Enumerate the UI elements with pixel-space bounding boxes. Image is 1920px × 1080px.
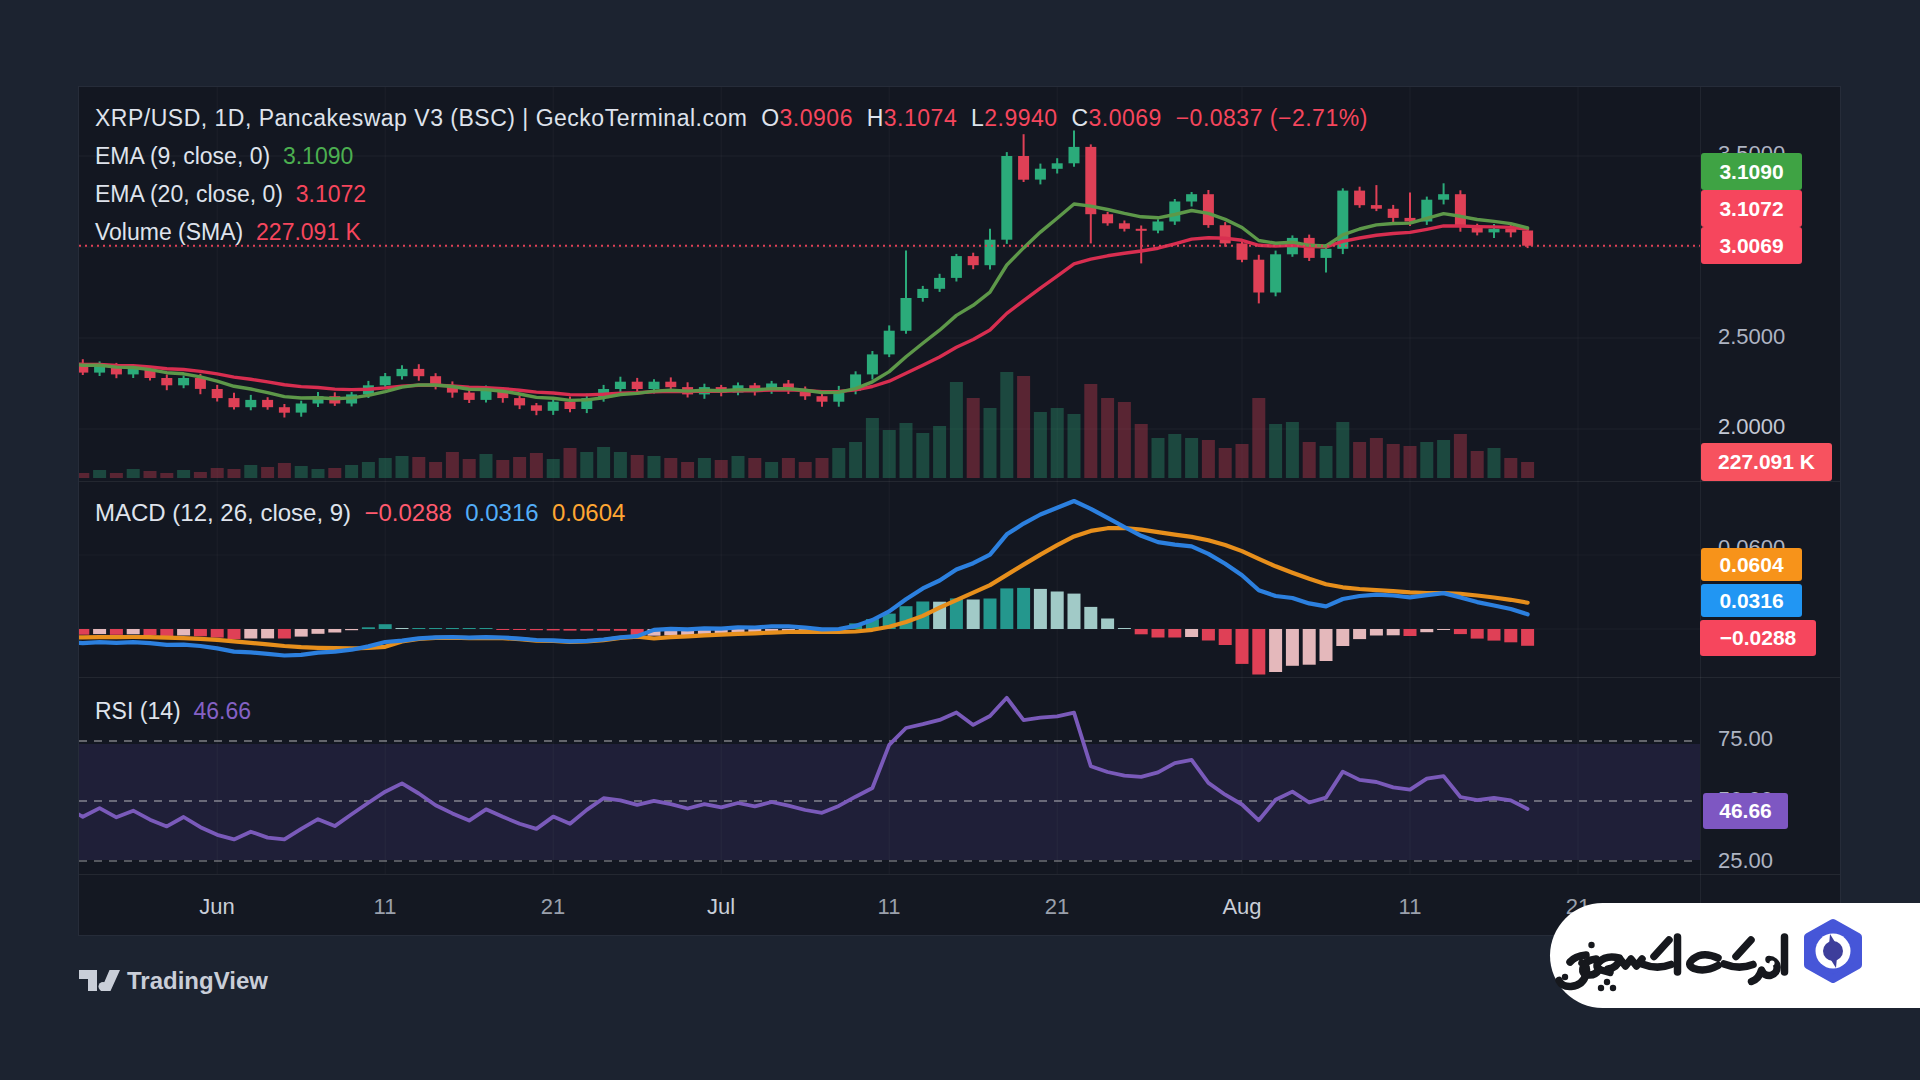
svg-text:TradingView: TradingView: [127, 968, 268, 994]
